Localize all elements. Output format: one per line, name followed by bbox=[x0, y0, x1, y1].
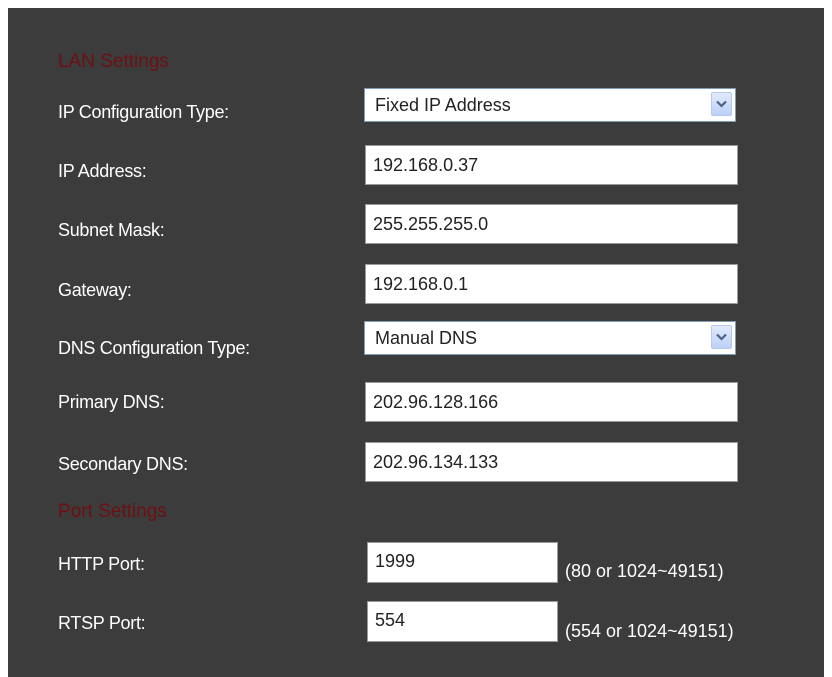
subnet-mask-label: Subnet Mask: bbox=[58, 220, 165, 240]
http-port-label: HTTP Port: bbox=[58, 554, 145, 574]
ip-config-type-value: Fixed IP Address bbox=[375, 95, 511, 115]
subnet-mask-input[interactable]: 255.255.255.0 bbox=[365, 204, 738, 244]
dns-config-type-select[interactable]: Manual DNS bbox=[364, 321, 736, 355]
dns-config-type-dropdown-button[interactable] bbox=[711, 325, 732, 349]
ip-config-type-dropdown-button[interactable] bbox=[711, 92, 732, 116]
primary-dns-input[interactable]: 202.96.128.166 bbox=[365, 382, 738, 422]
ip-address-label: IP Address: bbox=[58, 161, 147, 181]
rtsp-port-hint: (554 or 1024~49151) bbox=[565, 621, 734, 641]
chevron-down-icon bbox=[716, 100, 727, 108]
http-port-input[interactable]: 1999 bbox=[367, 542, 558, 583]
gateway-input[interactable]: 192.168.0.1 bbox=[365, 264, 738, 304]
ip-config-type-label: IP Configuration Type: bbox=[58, 102, 229, 122]
secondary-dns-input[interactable]: 202.96.134.133 bbox=[365, 442, 738, 482]
lan-settings-title: LAN Settings bbox=[58, 51, 169, 72]
network-settings-panel: LAN Settings IP Configuration Type: Fixe… bbox=[8, 8, 824, 677]
http-port-hint: (80 or 1024~49151) bbox=[565, 561, 724, 581]
ip-address-input[interactable]: 192.168.0.37 bbox=[365, 145, 738, 185]
rtsp-port-input[interactable]: 554 bbox=[367, 601, 558, 642]
gateway-label: Gateway: bbox=[58, 280, 132, 300]
secondary-dns-label: Secondary DNS: bbox=[58, 454, 188, 474]
rtsp-port-label: RTSP Port: bbox=[58, 613, 146, 633]
primary-dns-label: Primary DNS: bbox=[58, 392, 165, 412]
ip-config-type-select[interactable]: Fixed IP Address bbox=[364, 88, 736, 122]
port-settings-title: Port Settings bbox=[58, 501, 167, 522]
chevron-down-icon bbox=[716, 333, 727, 341]
dns-config-type-label: DNS Configuration Type: bbox=[58, 338, 250, 358]
dns-config-type-value: Manual DNS bbox=[375, 328, 478, 348]
